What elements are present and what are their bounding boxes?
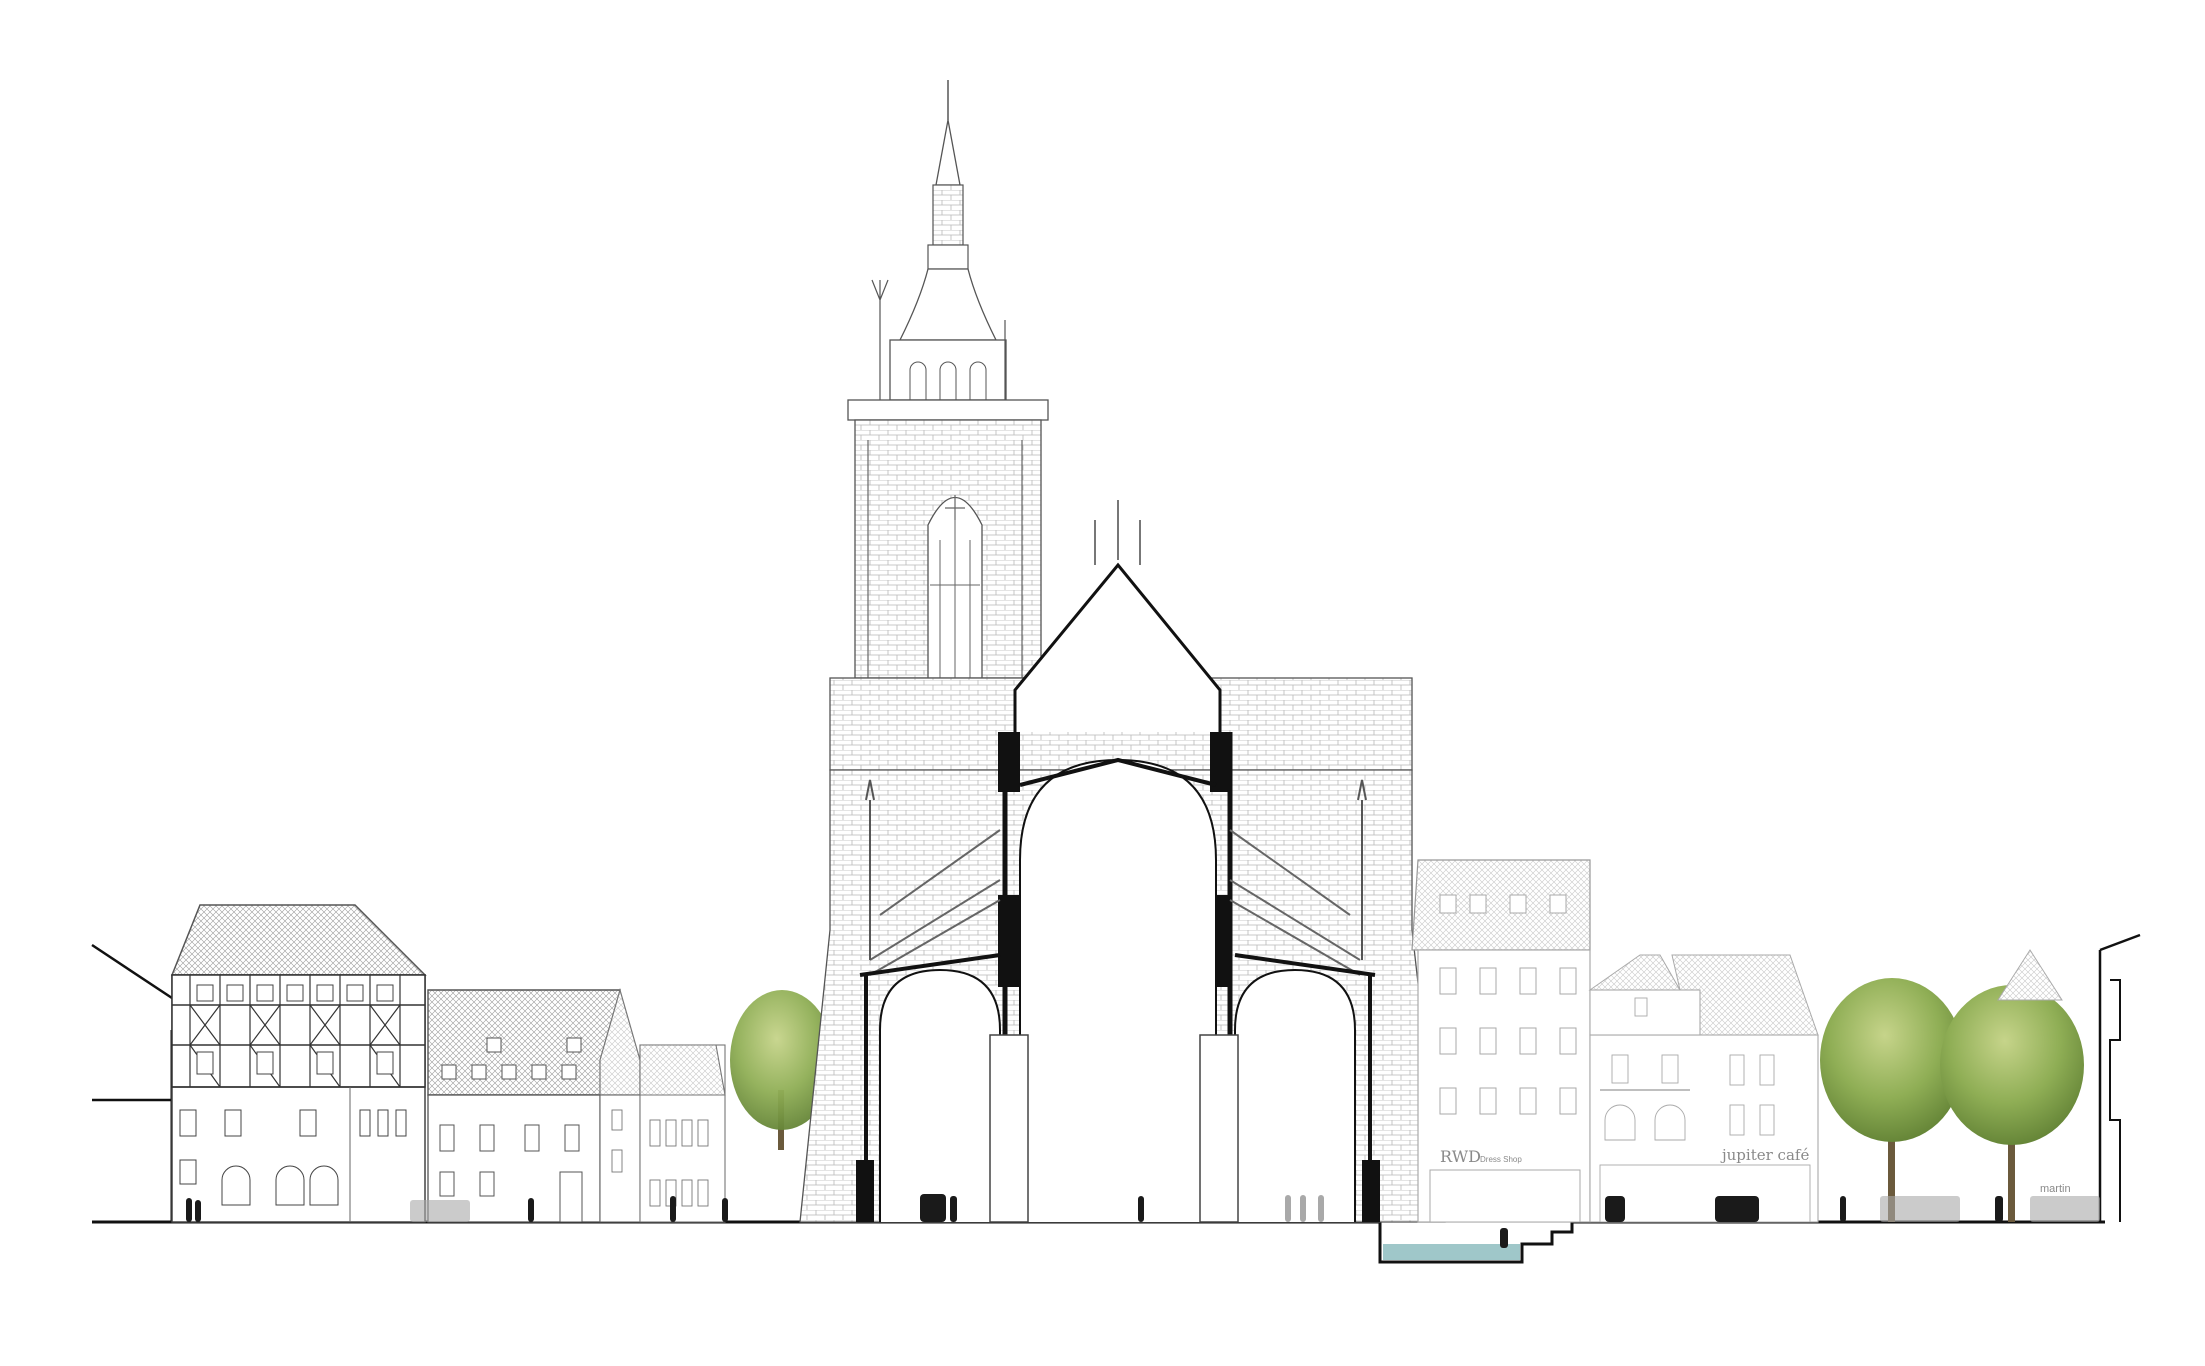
right-building-mid: jupiter café	[1588, 954, 1819, 1223]
gabled-house-row-left	[427, 987, 726, 1223]
half-timbered-house	[170, 904, 427, 1223]
street-section-drawing: RWD Dress Shop jupiter café martin	[91, 80, 2141, 1264]
right-building-tall: RWD Dress Shop	[1411, 859, 1591, 1223]
tree-right-1	[1820, 978, 1964, 1222]
martin-sign: martin	[2040, 1183, 2071, 1195]
rwd-sign: RWD	[1440, 1147, 1481, 1166]
left-edge-building	[91, 943, 176, 1222]
water-basin	[1383, 1244, 1520, 1260]
cathedral-tower	[847, 80, 1049, 679]
cafe-sign: jupiter café	[1720, 1146, 1809, 1164]
rwd-sign-sub: Dress Shop	[1480, 1155, 1522, 1164]
